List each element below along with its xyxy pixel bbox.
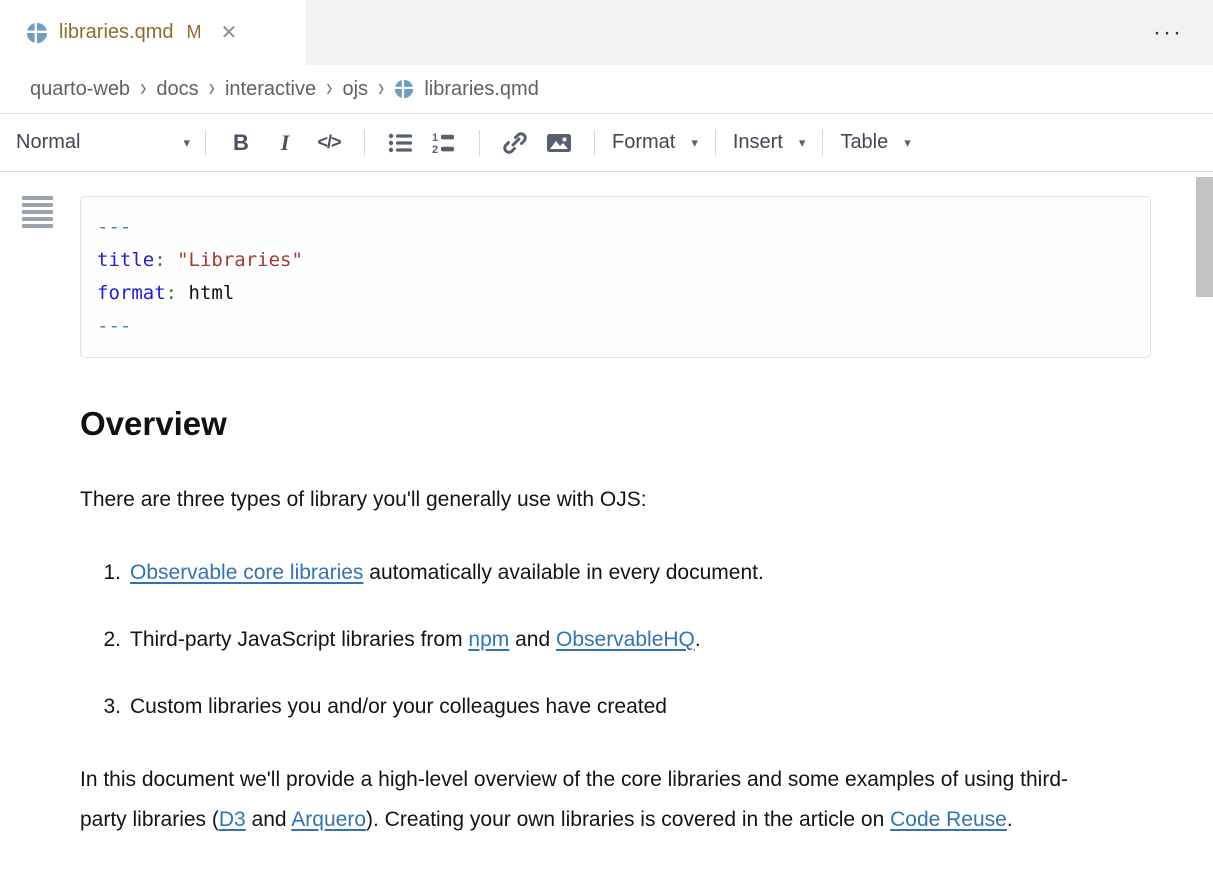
- bulleted-list-button[interactable]: [378, 123, 422, 163]
- link-icon: [502, 130, 528, 156]
- chevron-right-icon: ›: [209, 74, 215, 104]
- more-actions-icon[interactable]: ···: [1153, 19, 1183, 47]
- chevron-down-icon: ▾: [799, 135, 806, 151]
- list-item-text: Third-party JavaScript libraries from np…: [130, 626, 701, 653]
- chevron-down-icon: ▾: [183, 135, 190, 151]
- code-button[interactable]: </>: [307, 123, 351, 163]
- yaml-title-line: title: "Libraries": [97, 244, 1134, 277]
- arquero-link[interactable]: Arquero: [291, 808, 366, 831]
- quarto-logo-icon: [26, 22, 48, 44]
- d3-link[interactable]: D3: [219, 808, 246, 831]
- npm-link[interactable]: npm: [468, 628, 509, 651]
- toolbar-divider: [364, 130, 365, 156]
- chevron-right-icon: ›: [326, 74, 332, 104]
- italic-button[interactable]: I: [263, 123, 307, 163]
- list-item: 1. Observable core libraries automatical…: [80, 559, 1213, 586]
- list-item-text: Custom libraries you and/or your colleag…: [130, 693, 667, 720]
- editor-toolbar: Normal ▾ B I </> 1 2: [0, 113, 1213, 172]
- breadcrumb: quarto-web › docs › interactive › ojs › …: [0, 65, 1213, 113]
- insert-menu[interactable]: Insert ▾: [729, 131, 810, 154]
- breadcrumb-item-docs[interactable]: docs: [156, 78, 198, 101]
- tab-libraries-qmd[interactable]: libraries.qmd M ✕: [0, 0, 306, 65]
- list-item: 2. Third-party JavaScript libraries from…: [80, 626, 1213, 653]
- link-button[interactable]: [493, 123, 537, 163]
- chevron-right-icon: ›: [378, 74, 384, 104]
- bold-button[interactable]: B: [219, 123, 263, 163]
- library-types-list: 1. Observable core libraries automatical…: [80, 559, 1213, 720]
- list-item-number: 2.: [80, 626, 130, 653]
- image-button[interactable]: [537, 123, 581, 163]
- list-item-number: 1.: [80, 559, 130, 586]
- editor-content[interactable]: --- title: "Libraries" format: html --- …: [0, 172, 1213, 840]
- breadcrumb-file-label: libraries.qmd: [424, 78, 538, 101]
- bulleted-list-icon: [387, 130, 413, 156]
- format-menu-label: Format: [612, 131, 675, 154]
- table-menu-label: Table: [840, 131, 888, 154]
- bold-icon: B: [233, 130, 249, 156]
- svg-text:2: 2: [432, 144, 438, 156]
- tab-bar: libraries.qmd M ✕ ···: [0, 0, 1213, 65]
- observable-core-libraries-link[interactable]: Observable core libraries: [130, 561, 363, 584]
- toolbar-divider: [715, 130, 716, 156]
- closing-paragraph: In this document we'll provide a high-le…: [80, 760, 1095, 840]
- yaml-fence-bottom: ---: [97, 310, 1134, 343]
- chevron-down-icon: ▾: [904, 135, 911, 151]
- svg-text:1: 1: [432, 132, 438, 144]
- breadcrumb-item-ojs[interactable]: ojs: [342, 78, 368, 101]
- style-select-value: Normal: [16, 131, 80, 154]
- yaml-fence-top: ---: [97, 211, 1134, 244]
- numbered-list-button[interactable]: 1 2: [422, 123, 466, 163]
- vertical-scrollbar[interactable]: [1196, 177, 1213, 297]
- intro-paragraph: There are three types of library you'll …: [80, 485, 1092, 515]
- list-item: 3. Custom libraries you and/or your coll…: [80, 693, 1213, 720]
- page-title: Overview: [80, 405, 1213, 443]
- italic-icon: I: [281, 130, 290, 156]
- breadcrumb-item-interactive[interactable]: interactive: [225, 78, 316, 101]
- list-item-number: 3.: [80, 693, 130, 720]
- toolbar-divider: [822, 130, 823, 156]
- toolbar-divider: [594, 130, 595, 156]
- code-reuse-link[interactable]: Code Reuse: [890, 808, 1007, 831]
- numbered-list-icon: 1 2: [431, 130, 457, 156]
- paragraph-style-select[interactable]: Normal ▾: [14, 131, 192, 154]
- insert-menu-label: Insert: [733, 131, 783, 154]
- list-item-text: Observable core libraries automatically …: [130, 559, 764, 586]
- toolbar-divider: [205, 130, 206, 156]
- quarto-logo-icon: [394, 79, 414, 99]
- breadcrumb-item-quarto-web[interactable]: quarto-web: [30, 78, 130, 101]
- toolbar-divider: [479, 130, 480, 156]
- table-menu[interactable]: Table ▾: [836, 131, 914, 154]
- tab-title: libraries.qmd: [59, 21, 173, 44]
- code-icon: </>: [317, 132, 340, 153]
- observablehq-link[interactable]: ObservableHQ: [556, 628, 695, 651]
- format-menu[interactable]: Format ▾: [608, 131, 702, 154]
- breadcrumb-item-file[interactable]: libraries.qmd: [394, 78, 538, 101]
- modified-badge: M: [186, 22, 201, 43]
- yaml-format-line: format: html: [97, 277, 1134, 310]
- chevron-down-icon: ▾: [691, 135, 698, 151]
- image-icon: [546, 130, 572, 156]
- close-icon[interactable]: ✕: [220, 23, 237, 43]
- chevron-right-icon: ›: [140, 74, 146, 104]
- yaml-front-matter-block[interactable]: --- title: "Libraries" format: html ---: [80, 196, 1151, 358]
- block-drag-handle-icon[interactable]: [22, 196, 53, 231]
